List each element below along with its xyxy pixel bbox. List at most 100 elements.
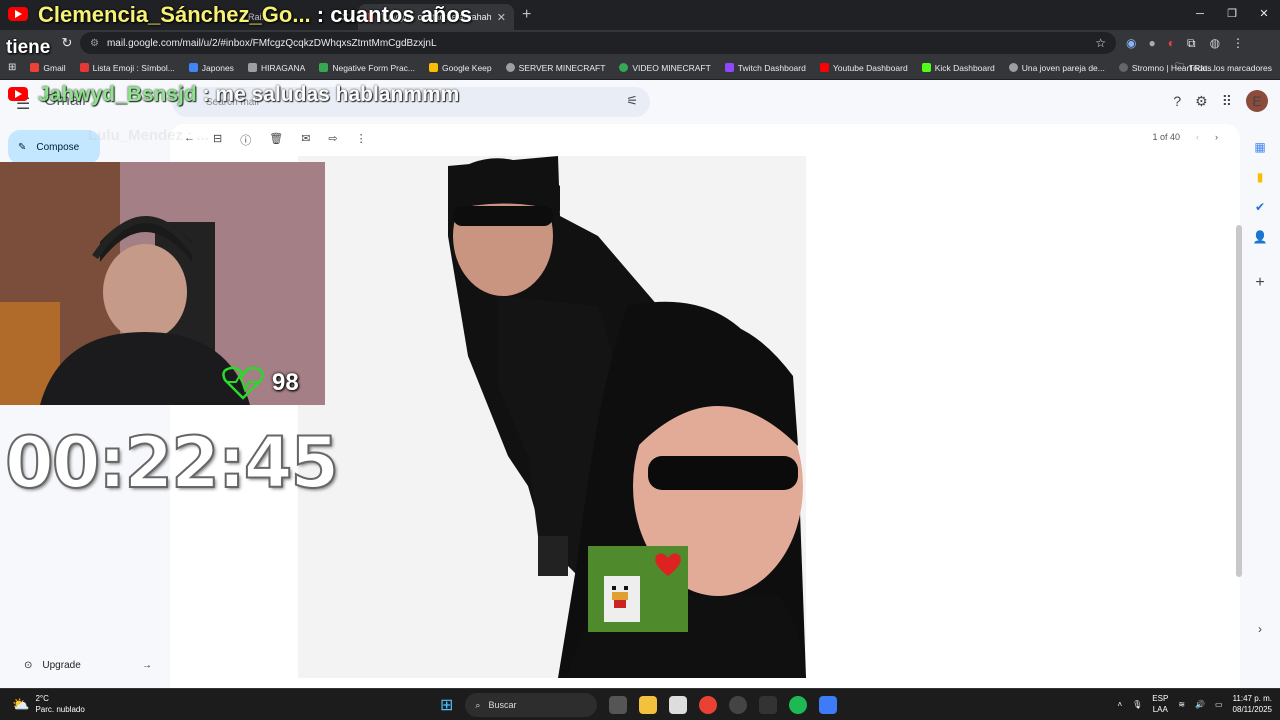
pager: 1 of 40 ‹ › <box>1152 132 1218 142</box>
system-tray: ˄ 🎙 ESP LAA ≋ 🔊 ▭ 11:47 p. m. 08/11/2025 <box>1117 693 1272 715</box>
bookmark-item[interactable]: Twitch Dashboard <box>724 63 806 73</box>
profile-icon[interactable]: ◍ <box>1210 36 1220 50</box>
bookmark-item[interactable]: SERVER MINECRAFT <box>505 63 605 73</box>
arrow-right-icon: → <box>142 660 152 671</box>
address-bar-row: ↻ ⚙ mail.google.com/mail/u/2/#inbox/FMfc… <box>0 30 1280 56</box>
maximize-icon[interactable]: ❐ <box>1216 0 1248 30</box>
omnibox[interactable]: ⚙ mail.google.com/mail/u/2/#inbox/FMfcgz… <box>80 32 1116 54</box>
file-explorer-icon[interactable] <box>639 696 658 714</box>
start-windows-icon[interactable]: ⊞ <box>440 695 453 715</box>
site-info-icon[interactable]: ⚙ <box>90 38 99 49</box>
bookmark-item[interactable]: Kick Dashboard <box>921 63 995 73</box>
upgrade-button[interactable]: ⊙ Upgrade → <box>24 660 152 671</box>
bookmark-favicon-icon <box>1118 63 1128 72</box>
move-to-icon[interactable]: ⇨ <box>328 132 337 148</box>
bookmark-item[interactable]: Japones <box>188 63 234 73</box>
spotify-icon[interactable] <box>789 696 808 714</box>
chevron-left-icon[interactable]: ‹ <box>1196 132 1199 142</box>
app-icon[interactable] <box>729 696 748 714</box>
contacts-icon[interactable]: 👤 <box>1240 230 1280 244</box>
weather-temp: 2°C <box>35 694 49 703</box>
bookmark-item[interactable]: Gmail <box>30 63 66 73</box>
apps-grid-icon[interactable]: ⊞ <box>8 62 16 73</box>
account-avatar[interactable]: E <box>1246 90 1268 112</box>
windows-taskbar: ⛅ 2°C Parc. nublado ⊞ ⌕ Buscar ˄ 🎙 ESP L… <box>0 688 1280 720</box>
bookmark-item[interactable]: Google Keep <box>429 63 492 73</box>
taskbar-search[interactable]: ⌕ Buscar <box>465 693 598 717</box>
add-addon-icon[interactable]: + <box>1240 274 1280 292</box>
bookmark-favicon-icon <box>319 63 329 72</box>
close-tab-icon[interactable]: ✕ <box>497 11 506 24</box>
wifi-icon[interactable]: ≋ <box>1178 700 1185 709</box>
bookmark-item[interactable]: Youtube Dashboard <box>819 63 908 73</box>
extensions-area: ◉ ● ◐ ⧉ ◍ ⋮ <box>1126 30 1244 56</box>
google-apps-icon[interactable]: ⠿ <box>1222 93 1232 110</box>
chat-message-top: Clemencia_Sánchez_Go... : cuantos años <box>38 2 473 27</box>
microphone-icon[interactable]: 🎙 <box>1132 700 1142 709</box>
puzzle-icon[interactable]: ⧉ <box>1187 36 1196 51</box>
tasks-icon[interactable]: ✔ <box>1240 200 1280 214</box>
extension-icon[interactable]: ◐ <box>1168 36 1175 50</box>
bookmark-favicon-icon <box>188 63 198 72</box>
delete-icon[interactable]: 🗑 <box>269 132 283 148</box>
bookmark-item[interactable]: HIRAGANA <box>247 63 305 73</box>
bookmark-favicon-icon <box>724 63 734 72</box>
upgrade-icon: ⊙ <box>24 660 33 671</box>
bookmark-star-icon[interactable]: ☆ <box>1095 36 1106 50</box>
help-icon[interactable]: ? <box>1173 93 1181 109</box>
bookmark-favicon-icon <box>505 63 515 72</box>
heart-rate-icon <box>222 366 264 400</box>
chat-message-second: Jahwyd_Bsnsjd : me saludas hablanmmm <box>38 83 460 106</box>
email-photo <box>298 156 806 678</box>
language-indicator[interactable]: ESP LAA <box>1152 693 1168 715</box>
extension-icon[interactable]: ◉ <box>1126 36 1136 50</box>
mark-unread-icon[interactable]: ✉ <box>301 132 310 148</box>
youtube-icon <box>8 87 28 101</box>
url-text: mail.google.com/mail/u/2/#inbox/FMfcgzQc… <box>106 37 437 49</box>
minimize-icon[interactable]: ─ <box>1184 0 1216 30</box>
minecraft-chicken-overlay <box>588 546 688 632</box>
more-options-icon[interactable]: ⋮ <box>356 132 367 148</box>
chevron-up-icon[interactable]: ˄ <box>1117 700 1122 709</box>
chat-message-faded: Lulu_Mendez : ... <box>88 127 209 144</box>
chat-message-continuation: tiene <box>6 37 51 58</box>
bookmark-item[interactable]: VIDEO MINECRAFT <box>619 63 711 73</box>
taskbar-search-label: Buscar <box>488 700 517 710</box>
calendar-icon[interactable]: ▦ <box>1240 140 1280 154</box>
chicken-heart-image <box>588 546 688 632</box>
expand-panel-icon[interactable]: › <box>1240 622 1280 636</box>
all-bookmarks-button[interactable]: 🗀 Todos los marcadores <box>1175 56 1272 80</box>
heart-rate-value: 98 <box>272 369 299 396</box>
bookmark-item[interactable]: Negative Form Prac... <box>319 63 415 73</box>
bookmark-item[interactable]: Lista Emoji : Símbol... <box>79 63 175 73</box>
volume-icon[interactable]: 🔊 <box>1195 700 1205 709</box>
clock[interactable]: 11:47 p. m. 08/11/2025 <box>1233 693 1272 715</box>
search-options-icon[interactable]: ⚟ <box>626 93 638 109</box>
chevron-right-icon[interactable]: › <box>1215 132 1218 142</box>
weather-widget[interactable]: ⛅ 2°C Parc. nublado <box>12 693 85 715</box>
reload-icon[interactable]: ↻ <box>60 35 74 51</box>
bookmark-favicon-icon <box>921 63 931 72</box>
compose-button[interactable]: ✎ Compose <box>8 130 100 164</box>
settings-gear-icon[interactable]: ⚙ <box>1195 93 1208 110</box>
upgrade-label: Upgrade <box>42 660 81 671</box>
keep-icon[interactable]: ▮ <box>1240 170 1280 184</box>
bookmarks-bar: ⊞ Gmail Lista Emoji : Símbol... Japones … <box>0 56 1280 80</box>
message-toolbar: ← ⊟ ⓘ 🗑 ✉ ⇨ ⋮ <box>184 132 367 148</box>
window-controls: ─ ❐ ✕ <box>1184 0 1280 30</box>
more-menu-icon[interactable]: ⋮ <box>1232 36 1244 50</box>
report-spam-icon[interactable]: ⓘ <box>240 132 251 148</box>
chrome-icon[interactable] <box>699 696 718 714</box>
store-icon[interactable] <box>669 696 688 714</box>
battery-icon[interactable]: ▭ <box>1215 700 1223 709</box>
obs-icon[interactable] <box>759 696 778 714</box>
bookmark-favicon-icon <box>247 63 257 72</box>
archive-icon[interactable]: ⊟ <box>213 132 222 148</box>
close-window-icon[interactable]: ✕ <box>1248 0 1280 30</box>
app-icon[interactable] <box>819 696 838 714</box>
extension-icon[interactable]: ● <box>1148 36 1155 50</box>
weather-icon: ⛅ <box>12 695 30 712</box>
new-tab-icon[interactable]: + <box>522 6 531 24</box>
bookmark-item[interactable]: Una joven pareja de... <box>1008 63 1105 73</box>
task-view-icon[interactable] <box>609 696 628 714</box>
